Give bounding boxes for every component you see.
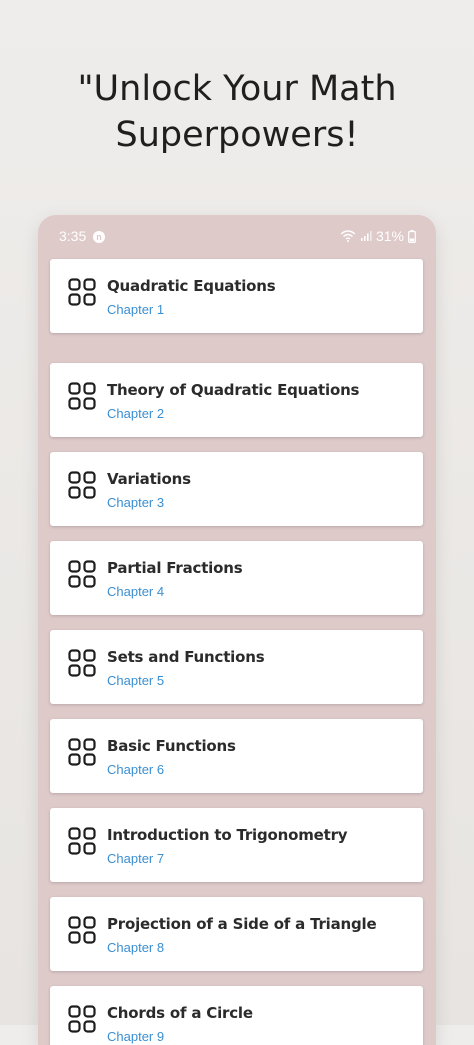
chapter-number: Chapter 4 [107,584,165,599]
grid-icon [68,916,96,944]
battery-icon [408,229,416,243]
chapter-number: Chapter 3 [107,495,165,510]
chapter-card[interactable]: Projection of a Side of a Triangle Chapte… [50,897,423,971]
chapter-card[interactable]: Partial Fractions Chapter 4 [50,541,423,615]
grid-icon [68,560,96,588]
chapter-card[interactable]: Variations Chapter 3 [50,452,423,526]
headline-line-2: Superpowers! [115,115,359,155]
chapter-title: Chords of a Circle [107,1004,253,1022]
wifi-icon [340,230,356,242]
notification-app-icon: n [93,231,105,243]
chapter-number: Chapter 1 [107,302,165,317]
grid-icon [68,649,96,677]
chapter-title: Partial Fractions [107,559,243,577]
chapter-title: Variations [107,470,191,488]
chapter-number: Chapter 5 [107,673,165,688]
headline-line-1: "Unlock Your Math [77,69,397,109]
chapter-card[interactable]: Introduction to Trigonometry Chapter 7 [50,808,423,882]
grid-icon [68,471,96,499]
battery-percent: 31% [375,228,404,244]
chapter-card[interactable]: Sets and Functions Chapter 5 [50,630,423,704]
chapter-card[interactable]: Basic Functions Chapter 6 [50,719,423,793]
grid-icon [68,827,96,855]
chapter-number: Chapter 6 [107,762,165,777]
phone-screen: 3:35 n 31% Quadratic Equations Chapter 1… [38,215,436,1045]
chapter-title: Basic Functions [107,737,236,755]
chapter-card[interactable]: Theory of Quadratic Equations Chapter 2 [50,363,423,437]
chapter-card[interactable]: Quadratic Equations Chapter 1 [50,259,423,333]
chapter-number: Chapter 9 [107,1029,165,1044]
grid-icon [68,738,96,766]
chapter-title: Introduction to Trigonometry [107,826,348,844]
grid-icon [68,278,96,306]
status-right-group: 31% [340,228,416,244]
signal-icon [360,231,372,241]
chapter-title: Projection of a Side of a Triangle [107,915,377,933]
grid-icon [68,382,96,410]
chapter-title: Quadratic Equations [107,277,276,295]
grid-icon [68,1005,96,1033]
chapter-number: Chapter 7 [107,851,165,866]
chapter-title: Sets and Functions [107,648,265,666]
chapter-number: Chapter 2 [107,406,165,421]
chapter-number: Chapter 8 [107,940,165,955]
promo-headline: "Unlock Your Math Superpowers! [0,66,474,158]
status-bar: 3:35 n 31% [38,215,436,257]
chapter-card[interactable]: Chords of a Circle Chapter 9 [50,986,423,1045]
chapter-title: Theory of Quadratic Equations [107,381,360,399]
status-time: 3:35 [59,228,87,244]
